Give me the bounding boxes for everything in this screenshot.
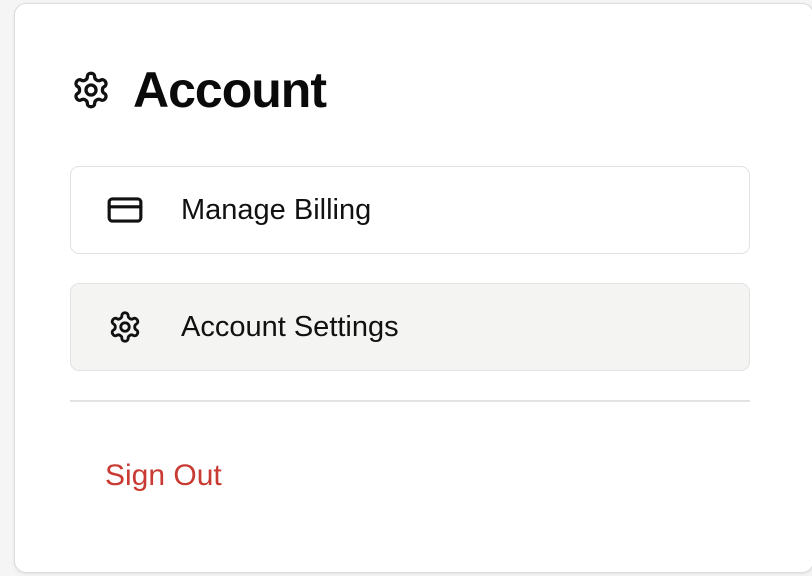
sign-out-button[interactable]: Sign Out bbox=[105, 456, 222, 496]
account-settings-label: Account Settings bbox=[181, 311, 399, 343]
account-card: Account Manage Billing Account Settings … bbox=[14, 3, 812, 573]
credit-card-icon bbox=[105, 190, 145, 230]
gear-icon bbox=[105, 307, 145, 347]
divider bbox=[70, 400, 750, 402]
card-header: Account bbox=[71, 62, 327, 118]
account-settings-button[interactable]: Account Settings bbox=[70, 283, 750, 371]
manage-billing-label: Manage Billing bbox=[181, 194, 372, 226]
page-title: Account bbox=[133, 62, 327, 118]
manage-billing-button[interactable]: Manage Billing bbox=[70, 166, 750, 254]
gear-icon bbox=[71, 70, 111, 110]
